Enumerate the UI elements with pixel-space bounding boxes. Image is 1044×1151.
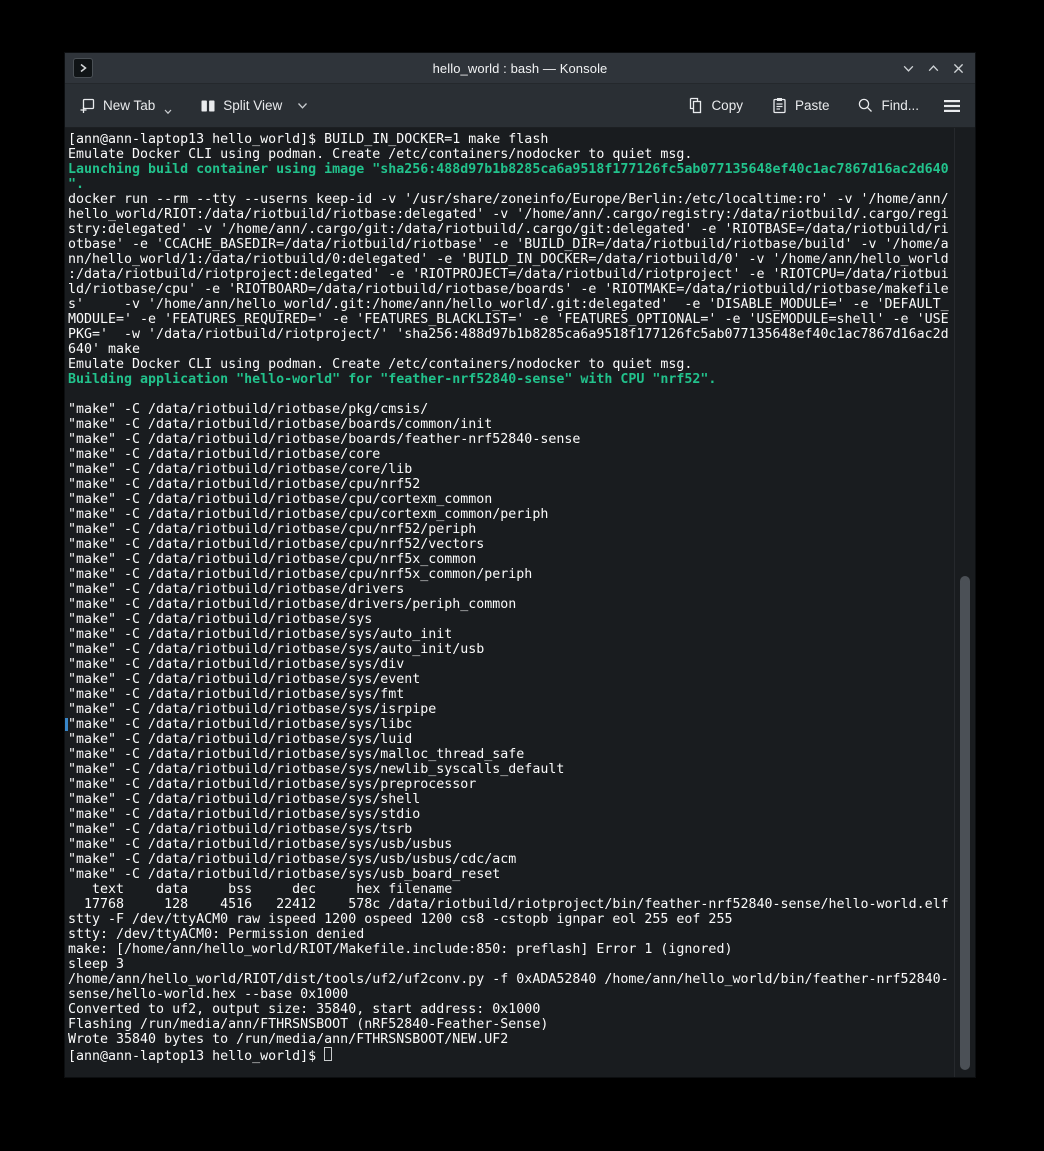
terminal-line: Emulate Docker CLI using podman. Create …	[68, 357, 975, 372]
terminal-line: [ann@ann-laptop13 hello_world]$	[68, 1047, 975, 1062]
terminal-line: "make" -C /data/riotbuild/riotbase/cpu/n…	[68, 477, 975, 492]
maximize-icon[interactable]	[926, 61, 941, 76]
terminal-line: Flashing /run/media/ann/FTHRSNSBOOT (nRF…	[68, 1017, 975, 1032]
terminal-line: "make" -C /data/riotbuild/riotbase/sys/n…	[68, 762, 975, 777]
terminal-line: "make" -C /data/riotbuild/riotbase/pkg/c…	[68, 402, 975, 417]
terminal-line: hello_world/RIOT:/data/riotbuild/riotbas…	[68, 207, 975, 222]
terminal-line: stry:delegated' -v '/home/ann/.cargo/git…	[68, 222, 975, 237]
terminal-line: Converted to uf2, output size: 35840, st…	[68, 1002, 975, 1017]
terminal-line: sleep 3	[68, 957, 975, 972]
new-tab-button[interactable]: New Tab	[79, 97, 172, 115]
terminal-line: "make" -C /data/riotbuild/riotbase/sys/u…	[68, 867, 975, 882]
terminal-line: MODULE=' -e 'FEATURES_REQUIRED=' -e 'FEA…	[68, 312, 975, 327]
terminal-line: docker run --rm --tty --userns keep-id -…	[68, 192, 975, 207]
close-icon[interactable]	[951, 61, 966, 76]
terminal-line: /home/ann/hello_world/RIOT/dist/tools/uf…	[68, 972, 975, 987]
terminal-line: "make" -C /data/riotbuild/riotbase/sys/t…	[68, 822, 975, 837]
terminal-cursor	[324, 1047, 332, 1061]
split-view-label: Split View	[223, 98, 282, 113]
terminal-line: Launching build container using image "s…	[68, 162, 975, 177]
terminal-line: ld/riotbase/cpu' -e 'RIOTBOARD=/data/rio…	[68, 282, 975, 297]
terminal-line: "make" -C /data/riotbuild/riotbase/sys/l…	[68, 717, 975, 732]
terminal-line: 17768 128 4516 22412 578c /data/riotbuil…	[68, 897, 975, 912]
search-icon	[857, 97, 874, 114]
terminal-line: "make" -C /data/riotbuild/riotbase/board…	[68, 432, 975, 447]
terminal-line: Wrote 35840 bytes to /run/media/ann/FTHR…	[68, 1032, 975, 1047]
chevron-down-icon	[297, 102, 308, 110]
terminal-line: make: [/home/ann/hello_world/RIOT/Makefi…	[68, 942, 975, 957]
find-label: Find...	[881, 98, 919, 113]
terminal-line: sense/hello-world.hex --base 0x1000	[68, 987, 975, 1002]
terminal-line: s' -v '/home/ann/hello_world/.git:/home/…	[68, 297, 975, 312]
window-controls	[901, 53, 966, 83]
terminal-output: [ann@ann-laptop13 hello_world]$ BUILD_IN…	[65, 128, 975, 1062]
split-view-icon	[200, 98, 216, 114]
terminal-line: "make" -C /data/riotbuild/riotbase/sys/a…	[68, 627, 975, 642]
hamburger-menu-icon	[943, 99, 961, 113]
terminal-line: "make" -C /data/riotbuild/riotbase/cpu/n…	[68, 522, 975, 537]
terminal-line: ".	[68, 177, 975, 192]
konsole-window: hello_world : bash — Konsole	[64, 52, 976, 1078]
terminal-line: "make" -C /data/riotbuild/riotbase/core	[68, 447, 975, 462]
terminal-line: "make" -C /data/riotbuild/riotbase/drive…	[68, 597, 975, 612]
terminal-line: "make" -C /data/riotbuild/riotbase/sys/m…	[68, 747, 975, 762]
terminal-line: "make" -C /data/riotbuild/riotbase/sys/d…	[68, 657, 975, 672]
scrollbar-thumb[interactable]	[960, 576, 970, 1070]
terminal-line: "make" -C /data/riotbuild/riotbase/drive…	[68, 582, 975, 597]
terminal-line: Emulate Docker CLI using podman. Create …	[68, 147, 975, 162]
terminal-line: "make" -C /data/riotbuild/riotbase/sys/e…	[68, 672, 975, 687]
terminal-line: "make" -C /data/riotbuild/riotbase/core/…	[68, 462, 975, 477]
terminal-line: "make" -C /data/riotbuild/riotbase/cpu/n…	[68, 537, 975, 552]
terminal-line: "make" -C /data/riotbuild/riotbase/sys/s…	[68, 792, 975, 807]
paste-icon	[771, 97, 788, 114]
chevron-down-icon	[164, 109, 172, 115]
titlebar[interactable]: hello_world : bash — Konsole	[65, 53, 975, 84]
new-tab-icon	[79, 97, 96, 114]
terminal-line: "make" -C /data/riotbuild/riotbase/sys/i…	[68, 702, 975, 717]
toolbar: New Tab Split View	[65, 84, 975, 128]
terminal-area[interactable]: [ann@ann-laptop13 hello_world]$ BUILD_IN…	[65, 128, 975, 1077]
terminal-line: stty -F /dev/ttyACM0 raw ispeed 1200 osp…	[68, 912, 975, 927]
copy-button[interactable]: Copy	[687, 97, 743, 114]
terminal-line: "make" -C /data/riotbuild/riotbase/cpu/n…	[68, 552, 975, 567]
terminal-line: "make" -C /data/riotbuild/riotbase/sys/l…	[68, 732, 975, 747]
terminal-line: "make" -C /data/riotbuild/riotbase/sys/u…	[68, 852, 975, 867]
new-output-marker	[65, 718, 68, 731]
split-view-button[interactable]: Split View	[200, 98, 308, 114]
scrollbar-track[interactable]	[954, 128, 975, 1077]
terminal-line: stty: /dev/ttyACM0: Permission denied	[68, 927, 975, 942]
copy-label: Copy	[711, 98, 743, 113]
terminal-line: text data bss dec hex filename	[68, 882, 975, 897]
terminal-line: "make" -C /data/riotbuild/riotbase/cpu/c…	[68, 507, 975, 522]
terminal-line: :/data/riotbuild/riotproject:delegated' …	[68, 267, 975, 282]
terminal-line: PKG=' -w '/data/riotbuild/riotproject/' …	[68, 327, 975, 342]
paste-button[interactable]: Paste	[771, 97, 830, 114]
terminal-line: "make" -C /data/riotbuild/riotbase/sys/u…	[68, 837, 975, 852]
menu-button[interactable]	[943, 99, 961, 113]
terminal-line: [ann@ann-laptop13 hello_world]$ BUILD_IN…	[68, 132, 975, 147]
terminal-line: "make" -C /data/riotbuild/riotbase/board…	[68, 417, 975, 432]
terminal-line: "make" -C /data/riotbuild/riotbase/sys/s…	[68, 807, 975, 822]
terminal-line: "make" -C /data/riotbuild/riotbase/sys/f…	[68, 687, 975, 702]
terminal-line: nn/hello_world/1:/data/riotbuild/0:deleg…	[68, 252, 975, 267]
new-tab-label: New Tab	[103, 98, 155, 113]
terminal-line: 640' make	[68, 342, 975, 357]
minimize-icon[interactable]	[901, 61, 916, 76]
paste-label: Paste	[795, 98, 830, 113]
terminal-line: "make" -C /data/riotbuild/riotbase/sys/a…	[68, 642, 975, 657]
window-title: hello_world : bash — Konsole	[65, 61, 975, 76]
terminal-line: "make" -C /data/riotbuild/riotbase/sys/p…	[68, 777, 975, 792]
terminal-line: "make" -C /data/riotbuild/riotbase/cpu/n…	[68, 567, 975, 582]
terminal-line: "make" -C /data/riotbuild/riotbase/sys	[68, 612, 975, 627]
find-button[interactable]: Find...	[857, 97, 919, 114]
terminal-line: Building application "hello-world" for "…	[68, 372, 975, 387]
terminal-line: "make" -C /data/riotbuild/riotbase/cpu/c…	[68, 492, 975, 507]
terminal-line: otbase' -e 'CCACHE_BASEDIR=/data/riotbui…	[68, 237, 975, 252]
copy-icon	[687, 97, 704, 114]
terminal-line	[68, 387, 975, 402]
